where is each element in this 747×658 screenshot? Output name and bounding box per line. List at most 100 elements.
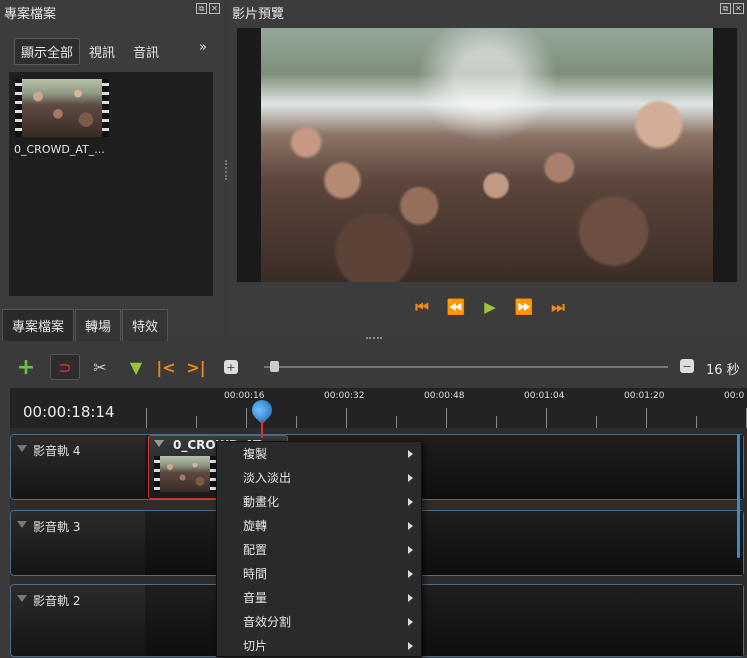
filter-overflow-icon[interactable]: » <box>199 40 207 55</box>
menu-item-copy[interactable]: 複製 <box>217 442 421 466</box>
project-files-list[interactable]: 0_CROWD_AT_... <box>9 72 213 296</box>
ruler-tick <box>446 408 447 428</box>
float-icon[interactable]: ⧉ <box>196 3 207 14</box>
menu-item-label: 音效分割 <box>243 615 292 629</box>
menu-item-label: 配置 <box>243 543 268 557</box>
zoom-in-icon[interactable]: + <box>224 360 238 374</box>
menu-item-volume[interactable]: 音量 <box>217 586 421 610</box>
menu-item-rotate[interactable]: 旋轉 <box>217 514 421 538</box>
ruler-tick <box>546 408 547 428</box>
previous-marker-icon[interactable]: |< <box>154 355 178 379</box>
timeline-ruler[interactable]: 00:00:18:14 00:00:16 00:00:32 00:00:48 0… <box>10 388 747 428</box>
timeline-toolbar: + ⊃ ✂ ▼ |< >| + − 16 秒 <box>14 354 747 380</box>
float-icon[interactable]: ⧉ <box>720 3 731 14</box>
project-panel-window-buttons[interactable]: ⧉ ✕ <box>196 3 220 14</box>
ruler-label: 00:0 <box>724 391 745 401</box>
filter-bar: 顯示全部 視訊 音訊 <box>14 38 166 65</box>
submenu-arrow-icon <box>408 594 413 602</box>
ruler-label: 00:01:04 <box>524 391 565 401</box>
menu-item-label: 切片 <box>243 639 268 653</box>
clip-context-menu: 複製 淡入淡出 動畫化 旋轉 配置 時間 音量 音效分割 切片 <box>216 441 422 657</box>
ruler-tick <box>246 408 247 428</box>
tab-effects[interactable]: 特效 <box>122 309 169 341</box>
ruler-tick <box>396 416 397 428</box>
ruler-tick <box>346 408 347 428</box>
file-thumbnail[interactable] <box>15 79 109 137</box>
timeline-scrollbar[interactable] <box>737 434 740 558</box>
submenu-arrow-icon <box>408 642 413 650</box>
track-name: 影音軌 4 <box>33 444 81 458</box>
ruler-label: 00:00:32 <box>324 391 365 401</box>
menu-item-label: 複製 <box>243 447 268 461</box>
menu-item-layout[interactable]: 配置 <box>217 538 421 562</box>
video-preview-area <box>237 28 737 282</box>
zoom-out-icon[interactable]: − <box>680 359 694 373</box>
fast-forward-icon[interactable]: ⏩ <box>514 298 534 316</box>
jump-end-icon[interactable]: ⏭ <box>548 298 568 316</box>
tab-transitions[interactable]: 轉場 <box>75 309 122 341</box>
rewind-icon[interactable]: ⏪ <box>446 298 466 316</box>
jump-start-icon[interactable]: ⏮ <box>412 298 432 316</box>
ruler-label: 00:00:48 <box>424 391 465 401</box>
close-icon[interactable]: ✕ <box>733 3 744 14</box>
play-icon[interactable]: ▶ <box>480 298 500 316</box>
filter-show-all-button[interactable]: 顯示全部 <box>14 38 81 65</box>
add-marker-icon[interactable]: ▼ <box>124 355 148 379</box>
ruler-tick <box>196 416 197 428</box>
menu-item-time[interactable]: 時間 <box>217 562 421 586</box>
tab-project-files[interactable]: 專案檔案 <box>2 309 75 341</box>
ruler-tick <box>146 408 147 428</box>
ruler-tick <box>646 408 647 428</box>
menu-item-label: 動畫化 <box>243 495 280 509</box>
submenu-arrow-icon <box>408 498 413 506</box>
submenu-arrow-icon <box>408 450 413 458</box>
track-name: 影音軌 3 <box>33 520 81 534</box>
submenu-arrow-icon <box>408 474 413 482</box>
snap-magnet-icon[interactable]: ⊃ <box>50 354 80 380</box>
film-strip-left <box>15 79 22 137</box>
project-files-title: 專案檔案 <box>4 7 57 22</box>
film-strip-right <box>102 79 109 137</box>
zoom-slider-handle[interactable] <box>270 361 279 372</box>
menu-item-separate-audio[interactable]: 音效分割 <box>217 610 421 634</box>
video-preview-title: 影片預覽 <box>232 7 285 22</box>
video-frame <box>261 28 713 282</box>
dock-splitter[interactable] <box>366 337 382 341</box>
video-preview-panel: 影片預覽 ⧉ ✕ ⏮ ⏪ ▶ ⏩ ⏭ <box>228 0 747 336</box>
current-time-display: 00:00:18:14 <box>23 403 115 421</box>
track-header[interactable]: 影音軌 2 <box>11 585 145 656</box>
close-icon[interactable]: ✕ <box>209 3 220 14</box>
filter-audio-button[interactable]: 音訊 <box>126 38 166 65</box>
menu-item-label: 音量 <box>243 591 268 605</box>
project-files-panel: 專案檔案 ⧉ ✕ 顯示全部 視訊 音訊 » 0_CROWD_AT_... 專案檔案… <box>0 0 227 341</box>
file-name: 0_CROWD_AT_... <box>14 143 105 156</box>
track-collapse-icon[interactable] <box>17 595 27 602</box>
menu-item-slice[interactable]: 切片 <box>217 634 421 658</box>
project-tabs: 專案檔案 轉場 特效 <box>2 309 169 341</box>
crowd-thumbnail-image <box>22 79 102 137</box>
crowd-thumbnail-image <box>160 456 210 492</box>
ruler-label: 00:01:20 <box>624 391 665 401</box>
ruler-tick <box>696 416 697 428</box>
submenu-arrow-icon <box>408 546 413 554</box>
menu-item-fade[interactable]: 淡入淡出 <box>217 466 421 490</box>
next-marker-icon[interactable]: >| <box>184 355 208 379</box>
clip-collapse-icon[interactable] <box>154 440 164 447</box>
preview-panel-window-buttons[interactable]: ⧉ ✕ <box>720 3 744 14</box>
menu-item-animate[interactable]: 動畫化 <box>217 490 421 514</box>
zoom-label: 16 秒 <box>706 363 740 378</box>
menu-item-label: 旋轉 <box>243 519 268 533</box>
zoom-slider[interactable] <box>264 361 668 372</box>
menu-item-label: 時間 <box>243 567 268 581</box>
track-collapse-icon[interactable] <box>17 445 27 452</box>
add-track-icon[interactable]: + <box>14 355 38 380</box>
track-header[interactable]: 影音軌 4 <box>11 435 145 499</box>
submenu-arrow-icon <box>408 570 413 578</box>
ruler-tick <box>496 416 497 428</box>
ruler-tick <box>296 416 297 428</box>
track-header[interactable]: 影音軌 3 <box>11 511 145 575</box>
ruler-tick <box>596 416 597 428</box>
track-collapse-icon[interactable] <box>17 521 27 528</box>
razor-icon[interactable]: ✂ <box>88 355 112 379</box>
filter-video-button[interactable]: 視訊 <box>82 38 122 65</box>
